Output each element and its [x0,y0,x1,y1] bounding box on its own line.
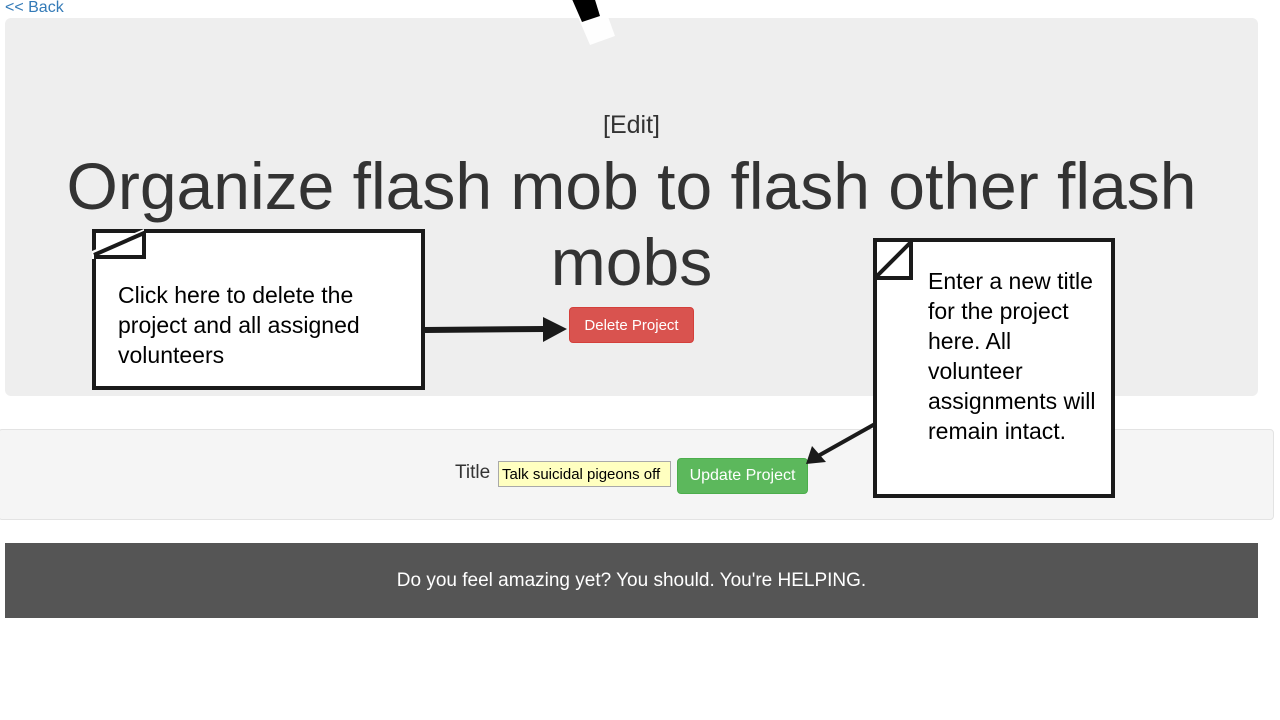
update-callout: Enter a new title for the project here. … [873,238,1115,498]
back-link[interactable]: << Back [5,0,64,17]
callout-corner-icon [92,229,146,259]
title-input[interactable] [498,461,671,487]
callout-corner-icon [873,238,913,280]
footer-banner: Do you feel amazing yet? You should. You… [5,543,1258,618]
mouse-pointer-icon [537,0,615,45]
delete-project-button[interactable]: Delete Project [569,307,694,343]
delete-callout-text: Click here to delete the project and all… [118,282,360,368]
update-project-button[interactable]: Update Project [677,458,808,494]
title-label: Title [455,462,491,483]
update-callout-text: Enter a new title for the project here. … [928,268,1096,444]
delete-callout: Click here to delete the project and all… [92,229,425,390]
edit-heading: [Edit] [603,111,660,139]
